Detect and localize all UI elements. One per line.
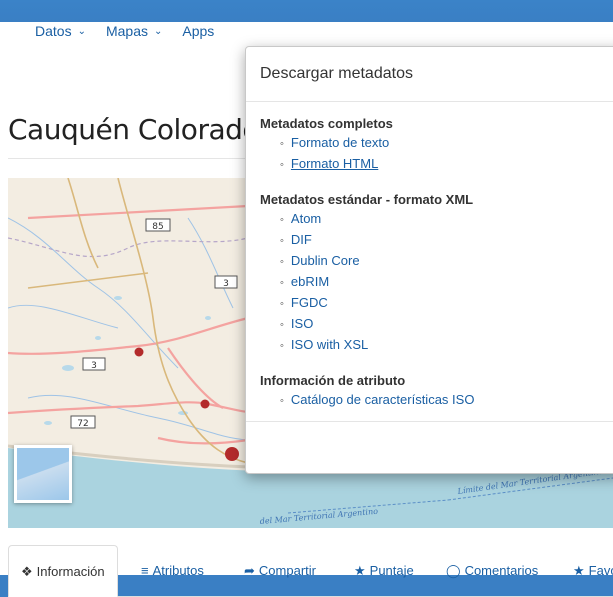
tab-compartir-label: Compartir — [258, 563, 316, 578]
road-label-3b: 3 — [91, 361, 97, 371]
link-iso-with-xsl[interactable]: ISO with XSL — [280, 335, 613, 356]
link-ebrim[interactable]: ebRIM — [280, 272, 613, 293]
group-attribute-info: Información de atributo Catálogo de cara… — [260, 373, 613, 411]
tab-atributos[interactable]: ≡ Atributos — [141, 545, 204, 597]
road-shield-3b: 3 — [82, 357, 106, 371]
link-formato-texto[interactable]: Formato de texto — [280, 133, 613, 154]
share-arrow-icon: ➦ — [244, 563, 255, 578]
link-dif[interactable]: DIF — [280, 230, 613, 251]
nav-mapas-label: Mapas — [105, 23, 148, 39]
tab-compartir[interactable]: ➦ Compartir — [244, 545, 316, 597]
road-label-3a: 3 — [223, 279, 229, 289]
link-fgdc[interactable]: FGDC — [280, 293, 613, 314]
link-dublin-core[interactable]: Dublin Core — [280, 251, 613, 272]
nav-datos-label: Datos — [35, 23, 72, 39]
tab-favoritos[interactable]: ★Favo — [573, 545, 613, 597]
road-shield-85: 85 — [145, 218, 171, 232]
secondary-roads — [27, 178, 249, 464]
group-heading: Metadatos estándar - formato XML — [260, 192, 474, 207]
modal-body: Metadatos completos Formato de texto For… — [246, 102, 613, 411]
star-icon: ★ — [573, 563, 585, 578]
star-icon: ★ — [354, 563, 366, 578]
road-label-72: 72 — [77, 419, 88, 429]
road-shield-72: 72 — [70, 415, 96, 429]
nav-datos[interactable]: Datos ⌄ — [35, 23, 86, 39]
tab-favoritos-label: Favo — [588, 563, 613, 578]
chevron-down-icon: ⌄ — [77, 25, 86, 37]
tab-informacion-label: Información — [36, 564, 105, 579]
chevron-down-icon: ⌄ — [154, 25, 163, 37]
tab-comentarios[interactable]: ◯ Comentarios — [446, 545, 538, 597]
comment-icon: ◯ — [446, 563, 461, 578]
link-formato-html[interactable]: Formato HTML — [280, 154, 613, 175]
info-circle-icon: ❖ — [21, 564, 33, 579]
boundary-line — [8, 237, 249, 258]
basemap-switcher-thumbnail[interactable] — [14, 445, 72, 503]
road-shield-3a: 3 — [214, 275, 238, 289]
header-band — [0, 0, 613, 22]
link-atom[interactable]: Atom — [280, 209, 613, 230]
page-title: Cauquén Colorado — [8, 113, 260, 146]
list-icon: ≡ — [141, 563, 149, 578]
tab-comentarios-label: Comentarios — [464, 563, 539, 578]
tab-atributos-label: Atributos — [152, 563, 204, 578]
road-label-85: 85 — [152, 222, 163, 232]
group-full-metadata: Metadatos completos Formato de texto For… — [260, 116, 613, 175]
tab-puntaje-label: Puntaje — [369, 563, 414, 578]
main-nav: Datos ⌄ Mapas ⌄ Apps — [35, 23, 234, 39]
observation-point — [225, 447, 239, 461]
tab-puntaje[interactable]: ★ Puntaje — [354, 545, 414, 597]
modal-footer-divider — [246, 421, 613, 422]
nav-mapas[interactable]: Mapas ⌄ — [106, 23, 162, 39]
link-iso[interactable]: ISO — [280, 314, 613, 335]
nav-apps[interactable]: Apps — [182, 23, 214, 39]
detail-tabs: ❖ Información ≡ Atributos ➦ Compartir ★ Punt… — [8, 545, 613, 597]
nav-apps-label: Apps — [182, 23, 215, 39]
download-metadata-modal: Descargar metadatos Metadatos completos … — [245, 46, 613, 474]
observation-point — [134, 347, 144, 357]
observation-point — [200, 399, 210, 409]
group-heading: Información de atributo — [260, 373, 406, 388]
group-heading: Metadatos completos — [260, 116, 393, 131]
modal-title: Descargar metadatos — [246, 47, 613, 102]
link-catalogo-iso[interactable]: Catálogo de características ISO — [280, 390, 613, 411]
tab-informacion[interactable]: ❖ Información — [8, 545, 118, 597]
group-standard-xml: Metadatos estándar - formato XML Atom DI… — [260, 192, 613, 356]
